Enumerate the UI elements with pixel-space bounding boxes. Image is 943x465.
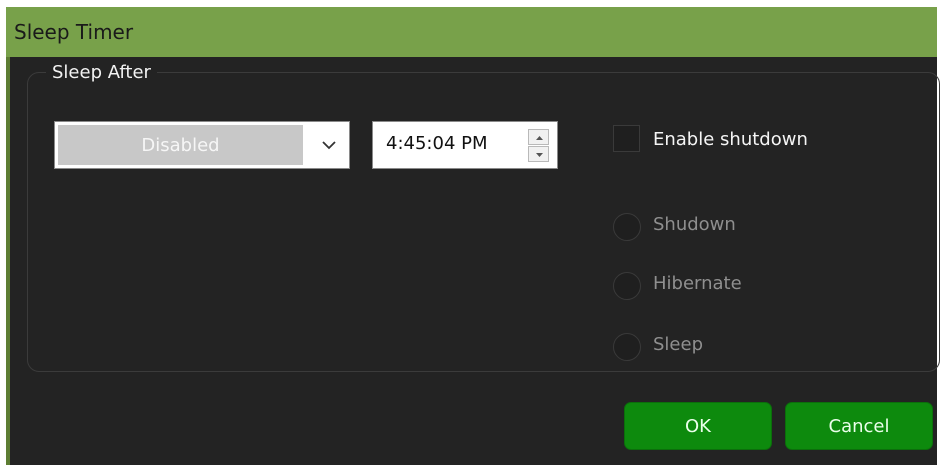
time-spinner[interactable] <box>528 129 549 162</box>
sleep-after-label: Sleep After <box>46 62 157 83</box>
shutdown-radio[interactable] <box>613 213 641 241</box>
spin-down-icon <box>536 153 543 157</box>
dropdown-selected-field: Disabled <box>58 125 303 165</box>
window-title: Sleep Timer <box>14 20 134 44</box>
window-frame-top <box>0 0 943 7</box>
chevron-down-icon <box>322 141 336 150</box>
enable-shutdown-label[interactable]: Enable shutdown <box>653 129 808 150</box>
spin-up-button[interactable] <box>528 129 549 145</box>
enable-shutdown-checkbox[interactable] <box>613 125 640 152</box>
sleep-radio[interactable] <box>613 333 641 361</box>
sleep-radio-label[interactable]: Sleep <box>653 334 703 355</box>
sleep-mode-dropdown[interactable]: Disabled <box>54 121 350 169</box>
cancel-button[interactable]: Cancel <box>785 402 933 450</box>
shutdown-radio-label[interactable]: Shudown <box>653 214 736 235</box>
time-value: 4:45:04 PM <box>386 133 488 154</box>
sleep-after-groupbox <box>27 72 940 372</box>
dropdown-selected-value: Disabled <box>141 135 220 156</box>
ok-button[interactable]: OK <box>624 402 772 450</box>
time-picker[interactable]: 4:45:04 PM <box>372 121 558 169</box>
hibernate-radio-label[interactable]: Hibernate <box>653 273 742 294</box>
sleep-timer-window: Sleep Timer Sleep After Disabled 4:45:04… <box>0 0 943 465</box>
spin-up-icon <box>536 136 543 140</box>
spin-down-button[interactable] <box>528 146 549 162</box>
dialog-content: Sleep After Disabled 4:45:04 PM Enable s… <box>10 57 940 465</box>
hibernate-radio[interactable] <box>613 272 641 300</box>
titlebar[interactable]: Sleep Timer <box>6 7 937 57</box>
